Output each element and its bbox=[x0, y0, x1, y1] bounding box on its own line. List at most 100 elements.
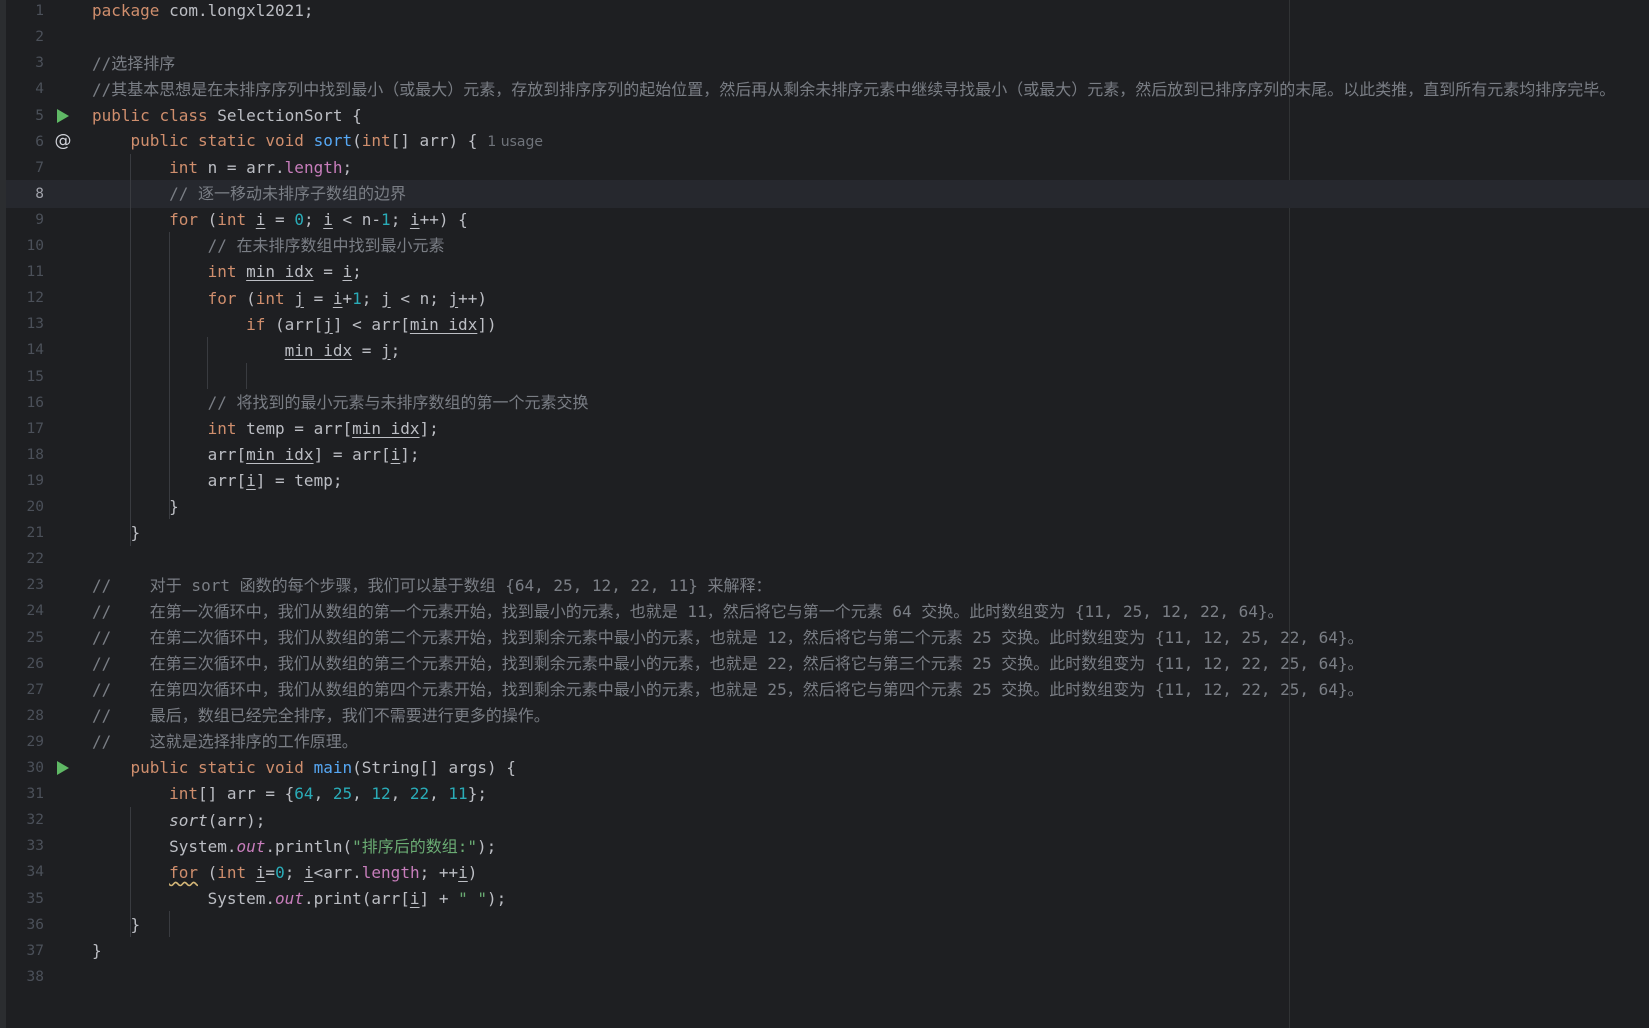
line-number: 16 bbox=[26, 394, 44, 411]
run-icon[interactable] bbox=[52, 757, 74, 779]
code-text[interactable]: //选择排序 bbox=[92, 50, 175, 78]
code-text[interactable]: } bbox=[92, 519, 141, 547]
code-line[interactable]: 2 bbox=[6, 24, 1649, 52]
code-text[interactable]: // 在第二次循环中，我们从数组的第二个元素开始，找到剩余元素中最小的元素，也就… bbox=[92, 624, 1364, 652]
code-line[interactable]: 30 public static void main(String[] args… bbox=[6, 754, 1649, 782]
code-line[interactable]: 1 package com.longxl2021; bbox=[6, 0, 1649, 25]
line-number: 26 bbox=[26, 655, 44, 672]
code-line[interactable]: 25 // 在第二次循环中，我们从数组的第二个元素开始，找到剩余元素中最小的元素，… bbox=[6, 624, 1649, 652]
code-text[interactable]: package com.longxl2021; bbox=[92, 0, 314, 25]
code-line[interactable]: 38 bbox=[6, 963, 1649, 991]
code-line[interactable]: 8 // 逐一移动未排序子数组的边界 bbox=[6, 180, 1649, 208]
line-number: 21 bbox=[26, 525, 44, 542]
code-line[interactable]: 9 for (int i = 0; i < n-1; i++) { bbox=[6, 206, 1649, 234]
indent-guide bbox=[207, 336, 209, 389]
code-line[interactable]: 11 int min_idx = i; bbox=[6, 258, 1649, 286]
indent-guide bbox=[130, 806, 132, 937]
code-text[interactable]: arr[min_idx] = arr[i]; bbox=[92, 441, 420, 469]
code-line[interactable]: 15 bbox=[6, 363, 1649, 391]
code-text[interactable]: public class SelectionSort { bbox=[92, 102, 362, 130]
line-number: 10 bbox=[26, 238, 44, 255]
code-line[interactable]: 35 System.out.print(arr[i] + " "); bbox=[6, 885, 1649, 913]
line-number: 18 bbox=[26, 446, 44, 463]
line-number: 20 bbox=[26, 499, 44, 516]
code-line[interactable]: 16 // 将找到的最小元素与未排序数组的第一个元素交换 bbox=[6, 389, 1649, 417]
line-number: 22 bbox=[26, 551, 44, 568]
line-number: 2 bbox=[35, 29, 44, 46]
code-text[interactable]: } bbox=[92, 937, 102, 965]
code-line[interactable]: 22 bbox=[6, 546, 1649, 574]
line-number: 12 bbox=[26, 290, 44, 307]
line-number: 34 bbox=[26, 864, 44, 881]
code-line[interactable]: 18 arr[min_idx] = arr[i]; bbox=[6, 441, 1649, 469]
code-text[interactable]: for (int i=0; i<arr.length; ++i) bbox=[92, 859, 477, 887]
code-text[interactable]: if (arr[j] < arr[min_idx]) bbox=[92, 311, 496, 339]
code-line[interactable]: 12 for (int j = i+1; j < n; j++) bbox=[6, 285, 1649, 313]
code-line[interactable]: 23 // 对于 sort 函数的每个步骤，我们可以基于数组 {64, 25, 1… bbox=[6, 572, 1649, 600]
code-line[interactable]: 24 // 在第一次循环中，我们从数组的第一个元素开始，找到最小的元素，也就是 1… bbox=[6, 598, 1649, 626]
indent-guide bbox=[130, 154, 132, 546]
code-text[interactable]: int min_idx = i; bbox=[92, 258, 362, 286]
code-line[interactable]: 3 //选择排序 bbox=[6, 50, 1649, 78]
code-text[interactable]: // 对于 sort 函数的每个步骤，我们可以基于数组 {64, 25, 12,… bbox=[92, 572, 772, 600]
line-number: 32 bbox=[26, 812, 44, 829]
code-text[interactable]: public static void main(String[] args) { bbox=[92, 754, 516, 782]
code-line[interactable]: 14 min_idx = j; bbox=[6, 337, 1649, 365]
code-text[interactable]: sort(arr); bbox=[92, 807, 265, 835]
line-number: 38 bbox=[26, 968, 44, 985]
code-line[interactable]: 19 arr[i] = temp; bbox=[6, 467, 1649, 495]
code-text[interactable]: int[] arr = {64, 25, 12, 22, 11}; bbox=[92, 780, 487, 808]
code-line[interactable]: 7 int n = arr.length; bbox=[6, 154, 1649, 182]
code-line[interactable]: 28 // 最后，数组已经完全排序，我们不需要进行更多的操作。 bbox=[6, 702, 1649, 730]
code-text[interactable]: // 最后，数组已经完全排序，我们不需要进行更多的操作。 bbox=[92, 702, 550, 730]
code-line[interactable]: 20 } bbox=[6, 493, 1649, 521]
code-text[interactable]: // 将找到的最小元素与未排序数组的第一个元素交换 bbox=[92, 389, 589, 417]
code-text[interactable]: // 在未排序数组中找到最小元素 bbox=[92, 232, 445, 260]
code-line[interactable]: 10 // 在未排序数组中找到最小元素 bbox=[6, 232, 1649, 260]
code-line[interactable]: 37} bbox=[6, 937, 1649, 965]
override-icon[interactable]: @ bbox=[52, 131, 74, 153]
line-number: 29 bbox=[26, 733, 44, 750]
code-text[interactable]: int temp = arr[min_idx]; bbox=[92, 415, 439, 443]
line-number: 23 bbox=[26, 577, 44, 594]
line-number: 31 bbox=[26, 786, 44, 803]
code-text[interactable]: // 在第四次循环中，我们从数组的第四个元素开始，找到剩余元素中最小的元素，也就… bbox=[92, 676, 1364, 704]
code-line[interactable]: 33 System.out.println("排序后的数组:"); bbox=[6, 833, 1649, 861]
code-line[interactable]: 29 // 这就是选择排序的工作原理。 bbox=[6, 728, 1649, 756]
code-text[interactable]: System.out.print(arr[i] + " "); bbox=[92, 885, 507, 913]
code-line[interactable]: 21 } bbox=[6, 519, 1649, 547]
code-text[interactable]: for (int i = 0; i < n-1; i++) { bbox=[92, 206, 468, 234]
code-text[interactable]: public static void sort(int[] arr) {1 us… bbox=[92, 127, 543, 157]
code-line[interactable]: 31 int[] arr = {64, 25, 12, 22, 11}; bbox=[6, 780, 1649, 808]
code-text[interactable]: //其基本思想是在未排序序列中找到最小（或最大）元素，存放到排序序列的起始位置，… bbox=[92, 76, 1615, 104]
code-text[interactable]: System.out.println("排序后的数组:"); bbox=[92, 833, 496, 861]
code-line[interactable]: 17 int temp = arr[min_idx]; bbox=[6, 415, 1649, 443]
line-number: 6 bbox=[35, 133, 44, 150]
code-line[interactable]: 27 // 在第四次循环中，我们从数组的第四个元素开始，找到剩余元素中最小的元素，… bbox=[6, 676, 1649, 704]
code-line[interactable]: 6 public static void sort(int[] arr) {1 … bbox=[6, 128, 1649, 156]
line-number: 5 bbox=[35, 107, 44, 124]
line-number: 24 bbox=[26, 603, 44, 620]
code-text[interactable]: // 在第三次循环中，我们从数组的第三个元素开始，找到剩余元素中最小的元素，也就… bbox=[92, 650, 1364, 678]
line-number: 33 bbox=[26, 838, 44, 855]
code-editor[interactable]: 1 package com.longxl2021; 2 3//选择排序 4//其基本思想… bbox=[0, 0, 1649, 1028]
run-icon[interactable] bbox=[52, 105, 74, 127]
line-number: 13 bbox=[26, 316, 44, 333]
line-number: 14 bbox=[26, 342, 44, 359]
code-text[interactable]: } bbox=[92, 493, 179, 521]
code-text[interactable]: for (int j = i+1; j < n; j++) bbox=[92, 285, 487, 313]
code-text[interactable]: } bbox=[92, 911, 141, 939]
code-text[interactable]: min_idx = j; bbox=[92, 337, 401, 365]
line-number: 11 bbox=[26, 264, 44, 281]
code-line[interactable]: 5 public class SelectionSort { bbox=[6, 102, 1649, 130]
code-text[interactable]: // 在第一次循环中，我们从数组的第一个元素开始，找到最小的元素，也就是 11，… bbox=[92, 598, 1284, 626]
code-text[interactable]: // 这就是选择排序的工作原理。 bbox=[92, 728, 358, 756]
code-line[interactable]: 32 sort(arr); bbox=[6, 807, 1649, 835]
code-line[interactable]: 34 for (int i=0; i<arr.length; ++i) bbox=[6, 859, 1649, 887]
code-text[interactable]: // 逐一移动未排序子数组的边界 bbox=[92, 180, 406, 208]
code-line[interactable]: 4 //其基本思想是在未排序序列中找到最小（或最大）元素，存放到排序序列的起始位置… bbox=[6, 76, 1649, 104]
code-line[interactable]: 36 } bbox=[6, 911, 1649, 939]
code-line[interactable]: 26 // 在第三次循环中，我们从数组的第三个元素开始，找到剩余元素中最小的元素，… bbox=[6, 650, 1649, 678]
code-line[interactable]: 13 if (arr[j] < arr[min_idx]) bbox=[6, 311, 1649, 339]
usage-inlay-hint[interactable]: 1 usage bbox=[487, 134, 543, 150]
